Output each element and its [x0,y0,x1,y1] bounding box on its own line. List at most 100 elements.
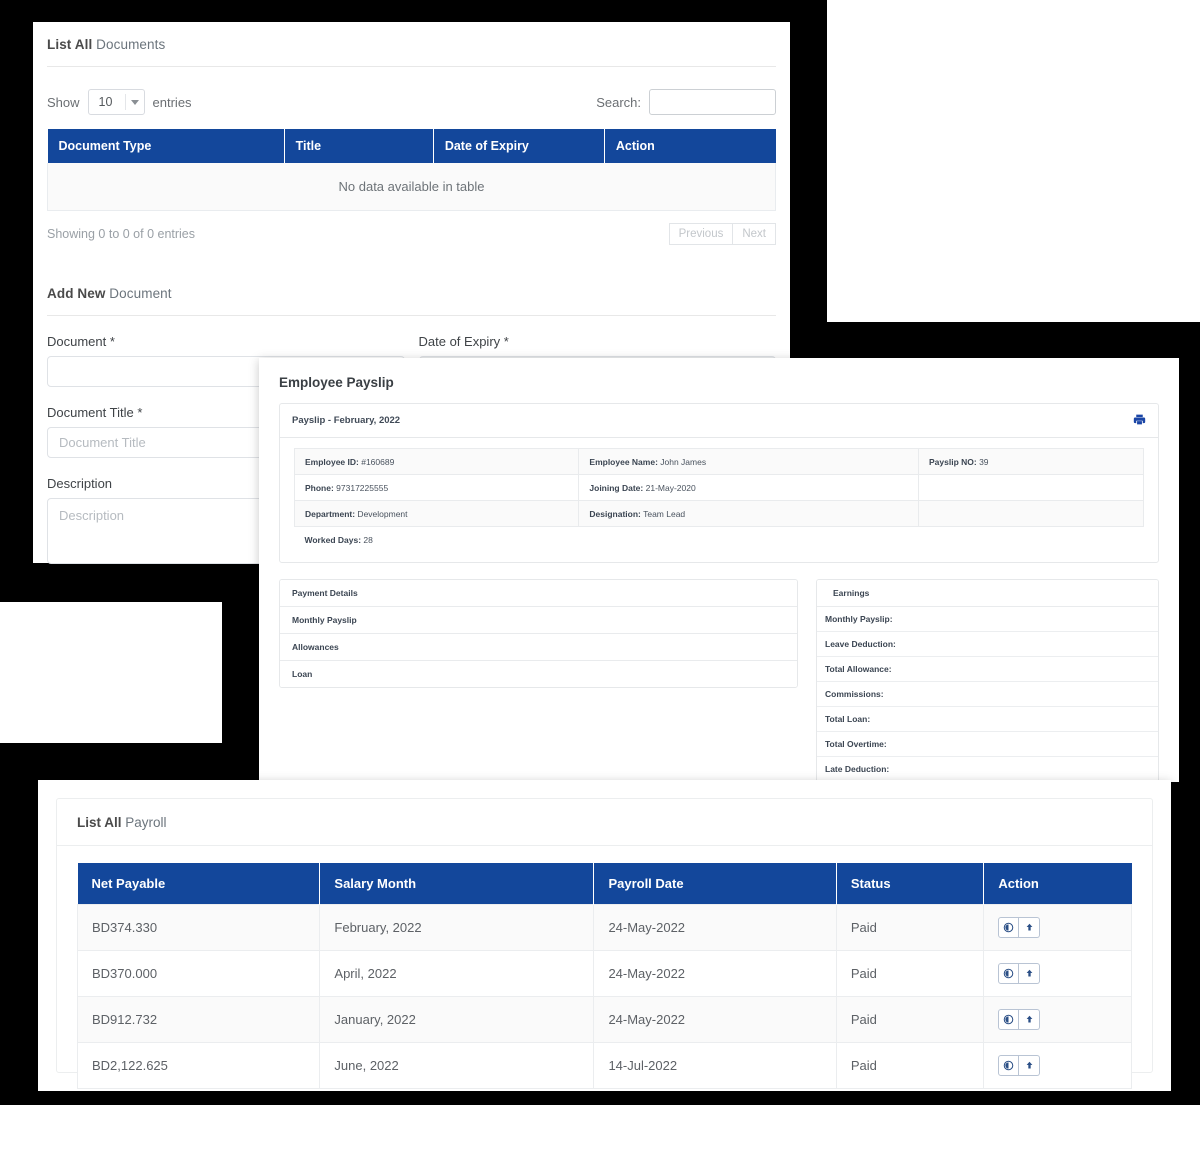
background-block-left [0,602,222,743]
earning-commissions: Commissions: [817,682,1158,707]
employee-payslip-card: Employee Payslip Payslip - February, 202… [259,358,1179,782]
view-icon[interactable] [998,1055,1019,1076]
employee-name-value: John James [658,457,706,467]
designation-value: Team Lead [641,509,685,519]
documents-card-title: List All Documents [47,22,776,67]
col-action[interactable]: Action [984,863,1132,905]
documents-pagination: Previous Next [669,223,776,245]
add-document-title: Add New Document [47,271,776,316]
payslip-no-value: 39 [977,457,989,467]
cell-net-payable: BD374.330 [78,905,320,951]
payment-details-heading: Payment Details [280,580,797,607]
search-input[interactable] [649,89,776,115]
cell-payroll-date: 24-May-2022 [594,951,836,997]
employee-name-cell: Employee Name: John James [579,449,919,475]
description-placeholder: Description [59,508,124,523]
payment-item-allowances[interactable]: Allowances [280,634,797,661]
col-status[interactable]: Status [836,863,984,905]
payroll-card: List All Payroll Net Payable Salary Mont… [38,780,1171,1091]
view-icon[interactable] [998,1009,1019,1030]
cell-net-payable: BD912.732 [78,997,320,1043]
payslip-no-label: Payslip NO: [929,457,977,467]
cell-salary-month: April, 2022 [320,951,594,997]
earning-leave-deduction: Leave Deduction: [817,632,1158,657]
documents-info: Showing 0 to 0 of 0 entries [47,227,195,241]
cell-action [984,1043,1132,1089]
upload-icon[interactable] [1019,963,1040,984]
cell-status: Paid [836,905,984,951]
table-row: BD374.330 February, 2022 24-May-2022 Pai… [78,905,1132,951]
search-label: Search: [596,95,641,110]
cell-salary-month: June, 2022 [320,1043,594,1089]
col-document-type[interactable]: Document Type [48,129,285,163]
joining-date-cell: Joining Date: 21-May-2020 [579,475,919,501]
view-icon[interactable] [998,963,1019,984]
pagination-next[interactable]: Next [733,223,776,245]
upload-icon[interactable] [1019,917,1040,938]
pagination-previous[interactable]: Previous [669,223,734,245]
add-document-title-rest: Document [105,286,171,301]
designation-label: Designation: [589,509,640,519]
documents-table: Document Type Title Date of Expiry Actio… [47,129,776,211]
empty-cell [919,475,1144,501]
employee-id-cell: Employee ID: #160689 [295,449,579,475]
phone-cell: Phone: 97317225555 [295,475,579,501]
department-value: Development [355,509,407,519]
col-title[interactable]: Title [284,129,433,163]
payslip-detail-header: Payslip - February, 2022 [280,404,1158,438]
documents-title-rest: Documents [92,37,165,52]
designation-cell: Designation: Team Lead [579,501,919,527]
employee-id-value: #160689 [359,457,394,467]
payslip-detail-card: Payslip - February, 2022 Employee ID: #1… [279,403,1159,563]
row-action-group [998,1055,1040,1076]
documents-table-footer: Showing 0 to 0 of 0 entries Previous Nex… [47,211,776,245]
entries-select[interactable]: 10 [88,89,145,115]
worked-days-value: 28 [361,535,373,545]
payslip-subtitle: Payslip - February, 2022 [292,415,400,426]
earning-total-allowance: Total Allowance: [817,657,1158,682]
table-row: BD912.732 January, 2022 24-May-2022 Paid [78,997,1132,1043]
chevron-down-icon [131,100,139,105]
col-action[interactable]: Action [604,129,775,163]
earning-late-deduction: Late Deduction: [817,757,1158,782]
payment-item-monthly-payslip[interactable]: Monthly Payslip [280,607,797,634]
upload-icon[interactable] [1019,1055,1040,1076]
employee-id-label: Employee ID: [305,457,359,467]
payslip-detail-table: Employee ID: #160689 Employee Name: John… [294,448,1144,552]
joining-date-label: Joining Date: [589,483,643,493]
payslip-detail-row: Phone: 97317225555 Joining Date: 21-May-… [295,475,1144,501]
col-date-of-expiry[interactable]: Date of Expiry [433,129,604,163]
documents-empty-message: No data available in table [48,163,776,211]
documents-search-control: Search: [596,89,776,115]
payroll-inner-card: List All Payroll Net Payable Salary Mont… [56,798,1153,1073]
worked-days-label: Worked Days: [305,535,362,545]
empty-cell [919,527,1144,553]
row-action-group [998,963,1040,984]
cell-payroll-date: 24-May-2022 [594,997,836,1043]
print-icon[interactable] [1133,413,1146,428]
col-salary-month[interactable]: Salary Month [320,863,594,905]
cell-net-payable: BD2,122.625 [78,1043,320,1089]
payroll-title-rest: Payroll [122,815,167,830]
payroll-title-strong: List All [77,815,122,830]
payment-item-loan[interactable]: Loan [280,661,797,687]
entries-length-control: Show 10 entries [47,89,192,115]
cell-action [984,997,1132,1043]
phone-label: Phone: [305,483,334,493]
entries-label: entries [153,95,192,110]
row-action-group [998,1009,1040,1030]
cell-status: Paid [836,1043,984,1089]
cell-status: Paid [836,997,984,1043]
background-block-top-right [827,0,1200,322]
empty-cell [919,501,1144,527]
payslip-detail-row: Employee ID: #160689 Employee Name: John… [295,449,1144,475]
upload-icon[interactable] [1019,1009,1040,1030]
cell-payroll-date: 24-May-2022 [594,905,836,951]
earning-total-loan: Total Loan: [817,707,1158,732]
payroll-table-header-row: Net Payable Salary Month Payroll Date St… [78,863,1132,905]
cell-salary-month: February, 2022 [320,905,594,951]
view-icon[interactable] [998,917,1019,938]
col-net-payable[interactable]: Net Payable [78,863,320,905]
col-payroll-date[interactable]: Payroll Date [594,863,836,905]
expiry-label: Date of Expiry * [419,334,777,349]
